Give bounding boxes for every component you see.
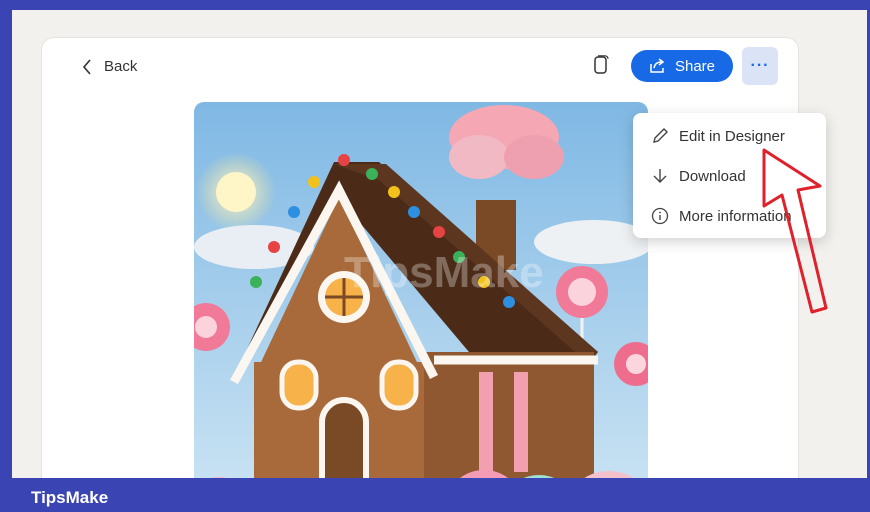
more-icon: ···	[750, 57, 770, 74]
gingerbread-house-image: TipsMake	[194, 102, 648, 478]
annotation-arrow-icon	[762, 148, 828, 314]
more-options-button[interactable]: ···	[742, 47, 778, 85]
copy-icon	[594, 55, 609, 74]
share-label: Share	[674, 57, 716, 75]
menu-item-label: Download	[679, 167, 746, 185]
watermark-text: TipsMake	[344, 248, 544, 297]
share-button[interactable]: Share	[631, 50, 733, 82]
pencil-icon	[653, 128, 668, 143]
generated-image[interactable]: TipsMake	[194, 102, 648, 478]
image-viewer-card: Back Share ··· TipsMake Edit in Designer…	[42, 38, 828, 478]
app-window: Back Share ··· TipsMake Edit in Designer…	[12, 10, 867, 478]
share-icon	[650, 58, 665, 73]
brand-label: TipsMake	[31, 488, 109, 507]
download-icon	[653, 169, 667, 183]
info-icon	[651, 207, 669, 225]
copy-button[interactable]	[590, 53, 612, 77]
back-label: Back	[104, 58, 138, 75]
menu-item-label: Edit in Designer	[679, 127, 785, 145]
footer-bar: TipsMake	[0, 478, 870, 512]
chevron-left-icon	[82, 58, 91, 75]
back-button[interactable]: Back	[82, 58, 137, 75]
